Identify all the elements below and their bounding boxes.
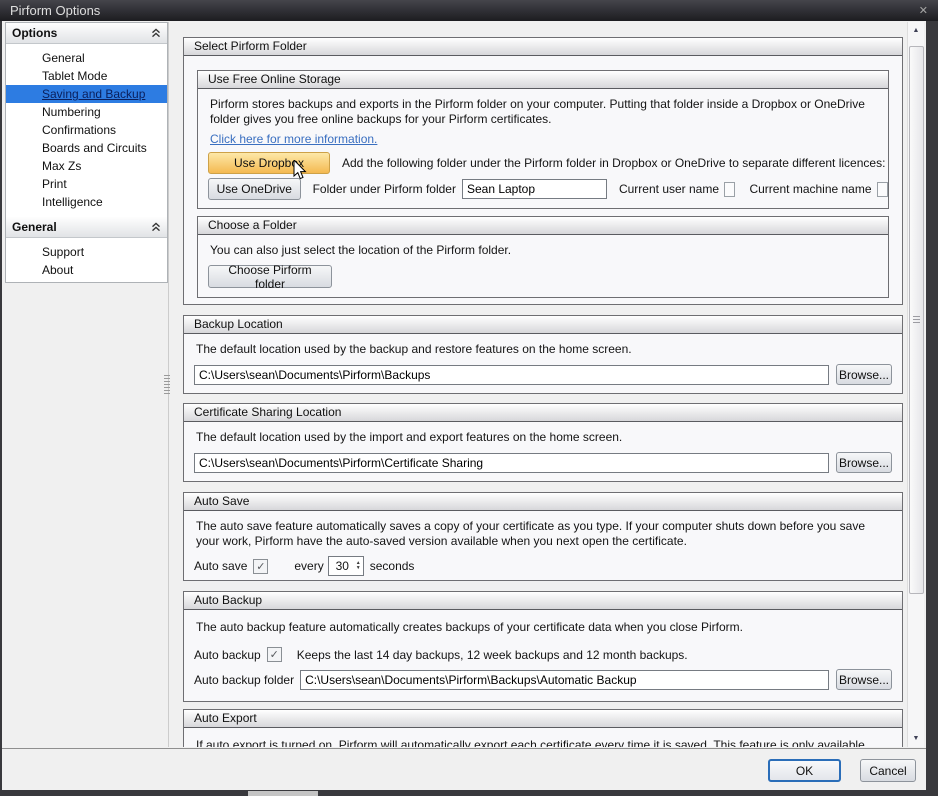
- sidebar-item-about[interactable]: About: [6, 261, 167, 279]
- choose-pirform-folder-button[interactable]: Choose Pirform folder: [208, 265, 332, 288]
- auto-save-interval-value: 30: [329, 559, 356, 573]
- sidebar-item-print[interactable]: Print: [6, 175, 167, 193]
- vertical-scrollbar[interactable]: ▲ ▼: [907, 22, 924, 747]
- scrollbar-thumb[interactable]: [909, 46, 924, 594]
- sidebar-item-boards-and-circuits[interactable]: Boards and Circuits: [6, 139, 167, 157]
- sidebar-group-options[interactable]: Options: [6, 23, 167, 44]
- auto-backup-description: The auto backup feature automatically cr…: [184, 610, 902, 635]
- close-icon[interactable]: ✕: [919, 4, 928, 17]
- group-choose-a-folder: Choose a Folder You can also just select…: [197, 216, 889, 298]
- auto-backup-browse-button[interactable]: Browse...: [836, 669, 892, 690]
- mouse-cursor: [293, 160, 307, 184]
- collapse-chevron-icon[interactable]: [151, 28, 161, 38]
- online-storage-description: Pirform stores backups and exports in th…: [198, 89, 888, 127]
- scroll-up-icon[interactable]: ▲: [908, 22, 924, 39]
- group-use-free-online-storage-header: Use Free Online Storage: [198, 71, 888, 89]
- sidebar-item-numbering[interactable]: Numbering: [6, 103, 167, 121]
- current-machine-name-checkbox[interactable]: [877, 182, 888, 197]
- window-title: Pirform Options: [10, 3, 919, 18]
- use-onedrive-button[interactable]: Use OneDrive: [208, 178, 301, 200]
- more-info-link[interactable]: Click here for more information.: [210, 132, 377, 146]
- sidebar-item-confirmations[interactable]: Confirmations: [6, 121, 167, 139]
- scrollbar-thumb-grip: [913, 316, 920, 324]
- group-auto-save: Auto Save The auto save feature automati…: [183, 492, 903, 581]
- folder-under-input[interactable]: [462, 179, 607, 199]
- group-auto-backup: Auto Backup The auto backup feature auto…: [183, 591, 903, 702]
- group-certificate-sharing-location: Certificate Sharing Location The default…: [183, 403, 903, 482]
- bottom-edge-fragment: [248, 791, 318, 796]
- choose-folder-description: You can also just select the location of…: [198, 235, 888, 258]
- sidebar: Options General Tablet Mode Saving and B…: [5, 22, 168, 283]
- auto-save-label: Auto save: [194, 559, 247, 573]
- group-certificate-sharing-header: Certificate Sharing Location: [184, 404, 902, 422]
- collapse-chevron-icon[interactable]: [151, 222, 161, 232]
- auto-backup-folder-label: Auto backup folder: [194, 673, 294, 687]
- every-label: every: [294, 559, 323, 573]
- sidebar-item-intelligence[interactable]: Intelligence: [6, 193, 167, 211]
- sidebar-item-max-zs[interactable]: Max Zs: [6, 157, 167, 175]
- scroll-down-icon[interactable]: ▼: [908, 730, 924, 747]
- auto-save-interval-stepper[interactable]: 30 ▲ ▼: [328, 556, 364, 576]
- group-choose-a-folder-header: Choose a Folder: [198, 217, 888, 235]
- spinner-down-icon[interactable]: ▼: [356, 566, 361, 571]
- auto-save-description: The auto save feature automatically save…: [184, 511, 902, 549]
- sidebar-item-saving-and-backup[interactable]: Saving and Backup: [6, 85, 167, 103]
- auto-backup-checkbox[interactable]: ✓: [267, 647, 282, 662]
- sidebar-group-general[interactable]: General: [6, 217, 167, 238]
- group-backup-location: Backup Location The default location use…: [183, 315, 903, 394]
- certificate-sharing-description: The default location used by the import …: [184, 422, 902, 445]
- checkmark-icon: ✓: [256, 560, 265, 573]
- certificate-sharing-path-input[interactable]: [194, 453, 829, 473]
- sidebar-general-items: Support About: [6, 238, 167, 279]
- sidebar-item-support[interactable]: Support: [6, 243, 167, 261]
- seconds-label: seconds: [370, 559, 415, 573]
- sidebar-group-options-label: Options: [12, 26, 57, 40]
- ok-button[interactable]: OK: [768, 759, 841, 782]
- current-user-name-label: Current user name: [619, 182, 719, 196]
- group-select-pirform-folder-header: Select Pirform Folder: [184, 38, 902, 56]
- backup-location-description: The default location used by the backup …: [184, 334, 902, 357]
- current-user-name-checkbox[interactable]: [724, 182, 735, 197]
- sidebar-group-general-label: General: [12, 220, 57, 234]
- group-backup-location-header: Backup Location: [184, 316, 902, 334]
- backup-location-browse-button[interactable]: Browse...: [836, 364, 892, 385]
- use-dropbox-button[interactable]: Use Dropbox: [208, 152, 330, 174]
- certificate-sharing-browse-button[interactable]: Browse...: [836, 452, 892, 473]
- auto-backup-folder-input[interactable]: [300, 670, 829, 690]
- sidebar-item-general[interactable]: General: [6, 49, 167, 67]
- group-auto-backup-header: Auto Backup: [184, 592, 902, 610]
- group-use-free-online-storage: Use Free Online Storage Pirform stores b…: [197, 70, 889, 209]
- cancel-button[interactable]: Cancel: [860, 759, 916, 782]
- auto-backup-label: Auto backup: [194, 648, 261, 662]
- checkmark-icon: ✓: [270, 648, 279, 661]
- auto-export-description: If auto export is turned on, Pirform wil…: [184, 728, 902, 747]
- group-select-pirform-folder: Select Pirform Folder Use Free Online St…: [183, 37, 903, 305]
- group-auto-export: Auto Export If auto export is turned on,…: [183, 709, 903, 747]
- group-auto-save-header: Auto Save: [184, 493, 902, 511]
- folder-under-label: Folder under Pirform folder: [313, 182, 456, 196]
- title-bar: Pirform Options ✕: [0, 0, 938, 21]
- sidebar-options-items: General Tablet Mode Saving and Backup Nu…: [6, 44, 167, 211]
- pirform-options-window: Pirform Options ✕ Options General Tablet…: [0, 0, 938, 796]
- content-viewport: Select Pirform Folder Use Free Online St…: [183, 22, 903, 747]
- group-auto-export-header: Auto Export: [184, 710, 902, 728]
- auto-backup-keeps-note: Keeps the last 14 day backups, 12 week b…: [297, 648, 688, 662]
- backup-location-path-input[interactable]: [194, 365, 829, 385]
- current-machine-name-label: Current machine name: [749, 182, 871, 196]
- splitter-grip[interactable]: [164, 375, 170, 395]
- auto-save-checkbox[interactable]: ✓: [253, 559, 268, 574]
- add-folder-note: Add the following folder under the Pirfo…: [342, 156, 885, 170]
- sidebar-item-tablet-mode[interactable]: Tablet Mode: [6, 67, 167, 85]
